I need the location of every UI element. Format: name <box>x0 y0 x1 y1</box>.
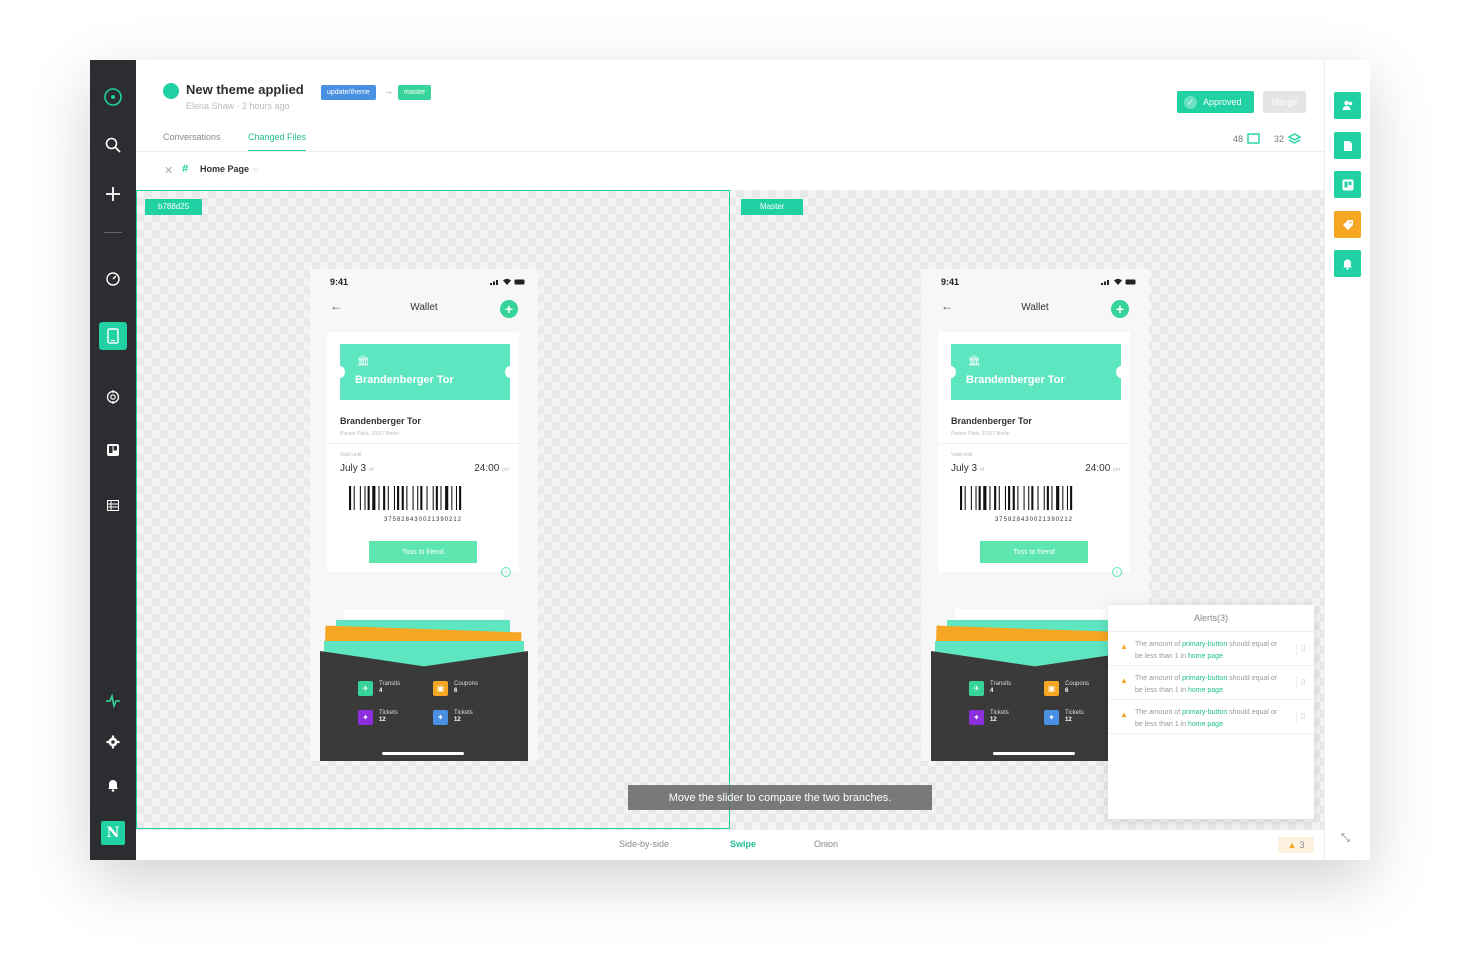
info-icon[interactable]: i <box>1112 567 1122 577</box>
ticket-banner: 🏛 Brandenberger Tor <box>946 344 1126 400</box>
slider-hint-tooltip: Move the slider to compare the two branc… <box>628 785 932 810</box>
table-icon[interactable] <box>90 490 136 520</box>
warning-icon: ▲ <box>1120 710 1128 719</box>
wallet-item-tickets-2[interactable]: ✦ Tickets 12 <box>1044 710 1084 725</box>
merge-button[interactable]: Merge <box>1263 91 1306 113</box>
ticket-icon: ✦ <box>969 710 984 725</box>
warnings-count: 3 <box>1299 840 1305 850</box>
artboard-icon <box>1247 133 1260 144</box>
ticket-card: 🏛 Brandenberger Tor Brandenberger Tor Pa… <box>938 332 1130 577</box>
commit-tag: b788d25 <box>145 199 203 215</box>
footer-mode-bar: Side-by-side Swipe Onion ▲ 3 <box>136 830 1324 860</box>
workspace-logo[interactable]: N <box>101 821 125 845</box>
barcode-number: 375828430021390212 <box>994 517 1074 523</box>
warning-icon: ▲ <box>1287 840 1297 850</box>
users-icon[interactable] <box>1334 92 1361 119</box>
source-branch-badge[interactable]: update/theme <box>321 85 376 100</box>
app-window: N New theme applied Elena Shaw · 2 hours… <box>90 60 1370 860</box>
master-tag: Master <box>741 199 804 215</box>
bell-icon[interactable] <box>90 770 136 800</box>
search-icon[interactable] <box>90 130 136 160</box>
alert-text: The amount of primary-button should equa… <box>1135 709 1278 728</box>
alert-item[interactable]: ▲ The amount of primary-button should eq… <box>1108 701 1314 734</box>
document-icon[interactable]: ▯ <box>1296 643 1306 655</box>
mode-side-by-side[interactable]: Side-by-side <box>619 839 669 849</box>
layers-icon <box>1288 133 1302 144</box>
right-toolbar: ⤡ <box>1324 60 1370 860</box>
valid-label: Valid until <box>951 452 973 458</box>
arrow-right-icon: → <box>384 86 393 96</box>
home-icon[interactable] <box>90 82 136 112</box>
header-divider <box>136 151 1324 152</box>
barcode <box>960 486 1073 510</box>
warning-icon: ▲ <box>1120 676 1128 685</box>
settings-icon[interactable] <box>90 727 136 757</box>
page-subtitle: Elena Shaw · 2 hours ago <box>186 101 290 111</box>
alerts-title: Alerts(3) <box>1193 613 1228 623</box>
left-sidebar: N <box>90 60 136 860</box>
header: New theme applied Elena Shaw · 2 hours a… <box>136 60 1324 190</box>
board-icon[interactable] <box>1334 171 1361 198</box>
activity-icon[interactable] <box>90 686 136 716</box>
hash-icon: # <box>182 163 189 175</box>
board-icon[interactable] <box>90 435 136 465</box>
artboards-count-value: 48 <box>1233 133 1244 144</box>
ticket-icon: ✦ <box>1044 710 1059 725</box>
artboards-count[interactable]: 48 <box>1233 133 1260 144</box>
document-icon[interactable]: ▯ <box>1296 677 1306 689</box>
mode-swipe[interactable]: Swipe <box>730 839 756 849</box>
approved-label: Approved <box>1203 97 1242 107</box>
document-icon[interactable] <box>1334 132 1361 159</box>
alert-item[interactable]: ▲ The amount of primary-button should eq… <box>1108 667 1314 700</box>
ticket-place: Brandenberger Tor <box>951 416 1032 426</box>
mode-onion[interactable]: Onion <box>814 839 838 849</box>
tag-icon[interactable] <box>1334 211 1361 238</box>
valid-date: July 3 rd <box>951 463 985 474</box>
openai-icon[interactable] <box>90 382 136 412</box>
plane-icon: ✈ <box>969 681 984 696</box>
merge-request-icon <box>163 83 179 99</box>
close-icon[interactable]: ✕ <box>164 164 173 177</box>
valid-time: 24:00 pm <box>1085 463 1120 474</box>
home-indicator <box>993 752 1075 755</box>
status-time: 9:41 <box>941 277 960 287</box>
device-icon[interactable] <box>90 321 136 351</box>
toss-to-friend-button[interactable]: Toss to friend <box>980 541 1088 563</box>
layers-count-value: 32 <box>1274 134 1285 144</box>
tab-conversations[interactable]: Conversations <box>163 132 221 152</box>
alert-item[interactable]: ▲ The amount of primary-button should eq… <box>1108 633 1314 666</box>
wallet-item-tickets[interactable]: ✦ Tickets 12 <box>969 710 1009 725</box>
alert-text: The amount of primary-button should equa… <box>1135 641 1278 660</box>
add-icon[interactable] <box>90 179 136 209</box>
check-icon: ✓ <box>1184 95 1197 109</box>
compare-canvas[interactable]: 9:41 ← Wallet + 🏛 Brandenberger Tor Bran… <box>136 190 1324 830</box>
page-title: New theme applied <box>186 82 304 97</box>
dashboard-icon[interactable] <box>90 264 136 294</box>
add-ticket-button[interactable]: + <box>1111 300 1129 318</box>
tab-changed-files[interactable]: Changed Files <box>248 132 307 152</box>
swipe-frame-left[interactable] <box>136 190 730 829</box>
sidebar-divider <box>104 232 122 233</box>
chevron-down-icon[interactable]: ⌵ <box>253 164 259 174</box>
breadcrumb-page[interactable]: Home Page <box>200 164 249 174</box>
ticket-banner-name: Brandenberger Tor <box>966 374 1065 386</box>
status-icons <box>1101 278 1137 285</box>
layers-count[interactable]: 32 <box>1274 133 1302 145</box>
warning-icon: ▲ <box>1120 642 1128 651</box>
coupon-icon: ▣ <box>1044 681 1059 696</box>
warnings-badge[interactable]: ▲ 3 <box>1278 837 1314 853</box>
alert-text: The amount of primary-button should equa… <box>1135 675 1278 694</box>
alerts-panel: Alerts(3) ▲ The amount of primary-button… <box>1108 605 1314 819</box>
target-branch-badge[interactable]: master <box>398 85 432 100</box>
ticket-address: Pariser Platz, 10117 Berlin <box>951 431 1010 437</box>
landmark-icon: 🏛 <box>968 356 981 367</box>
document-icon[interactable]: ▯ <box>1296 711 1306 723</box>
approved-button[interactable]: ✓ Approved <box>1177 91 1254 113</box>
wallet-item-transits[interactable]: ✈ Transits 4 <box>969 681 1011 696</box>
bell-icon[interactable] <box>1334 250 1361 277</box>
collapse-icon[interactable]: ⤡ <box>1341 832 1350 845</box>
wallet-item-coupons[interactable]: ▣ Coupons 6 <box>1044 681 1089 696</box>
